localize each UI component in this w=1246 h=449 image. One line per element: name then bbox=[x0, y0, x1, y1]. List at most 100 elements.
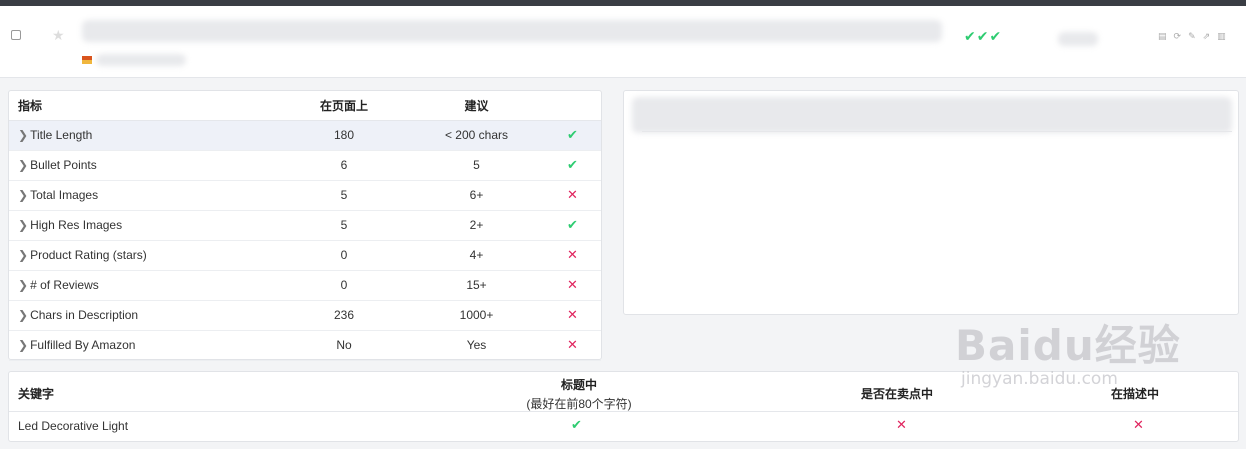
metric-recommended: 15+ bbox=[409, 270, 544, 301]
header-status bbox=[544, 91, 601, 121]
metric-status: ✕ bbox=[544, 270, 601, 301]
chevron-right-icon[interactable]: ❯ bbox=[18, 158, 28, 172]
baidu-watermark: Baidu经验 jingyan.baidu.com bbox=[955, 312, 1181, 389]
cross-icon: ✕ bbox=[567, 277, 578, 292]
header-in-bullets: 是否在卖点中 bbox=[861, 387, 934, 401]
external-link-icon[interactable]: ⇗ bbox=[1203, 31, 1211, 41]
watermark-url: jingyan.baidu.com bbox=[961, 369, 1118, 389]
table-row[interactable]: ❯ Product Rating (stars) 0 4+ ✕ bbox=[9, 240, 601, 271]
refresh-icon[interactable]: ⟳ bbox=[1174, 31, 1182, 41]
metric-label: # of Reviews bbox=[30, 278, 99, 292]
redacted-description bbox=[632, 97, 1232, 133]
metric-on-page: 180 bbox=[279, 120, 409, 151]
metric-label-cell: ❯ Chars in Description bbox=[9, 300, 279, 331]
chevron-right-icon[interactable]: ❯ bbox=[18, 218, 28, 232]
metric-status: ✕ bbox=[544, 240, 601, 271]
redacted-subtitle bbox=[96, 54, 186, 66]
description-panel bbox=[623, 90, 1239, 315]
status-checks: ✔✔✔ bbox=[964, 28, 1003, 44]
header-metric: 指标 bbox=[9, 91, 279, 121]
table-row[interactable]: ❯ Chars in Description 236 1000+ ✕ bbox=[9, 300, 601, 331]
cross-icon: ✕ bbox=[896, 417, 907, 432]
header-recommended: 建议 bbox=[409, 91, 544, 121]
metric-status: ✕ bbox=[544, 300, 601, 331]
metric-label: Fulfilled By Amazon bbox=[30, 338, 136, 352]
select-checkbox[interactable] bbox=[11, 30, 21, 40]
metric-label: Title Length bbox=[30, 128, 93, 142]
header-in-title-note: (最好在前80个字符) bbox=[526, 397, 632, 411]
metric-label-cell: ❯ High Res Images bbox=[9, 210, 279, 241]
metric-status: ✔ bbox=[544, 120, 601, 151]
favorite-star-icon[interactable]: ★ bbox=[52, 28, 65, 42]
metric-on-page: No bbox=[279, 330, 409, 361]
redacted-title bbox=[82, 20, 942, 42]
header-in-title-label: 标题中 bbox=[560, 378, 597, 392]
table-row[interactable]: ❯ High Res Images 5 2+ ✔ bbox=[9, 210, 601, 241]
check-icon: ✔ bbox=[567, 217, 578, 232]
edit-icon[interactable]: ✎ bbox=[1188, 31, 1196, 41]
metrics-panel: 指标 在页面上 建议 ❯ Title Length 180 < 200 chars ✔ ❯… bbox=[8, 90, 602, 361]
metric-label-cell: ❯ Fulfilled By Amazon bbox=[9, 330, 279, 361]
metric-recommended: < 200 chars bbox=[409, 120, 544, 151]
metric-status: ✔ bbox=[544, 210, 601, 241]
document-icon[interactable]: ▤ bbox=[1158, 31, 1167, 41]
metric-status: ✕ bbox=[544, 330, 601, 361]
chevron-right-icon[interactable]: ❯ bbox=[18, 308, 28, 322]
metric-recommended: 1000+ bbox=[409, 300, 544, 331]
table-row[interactable]: ❯ Title Length 180 < 200 chars ✔ bbox=[9, 120, 601, 151]
metric-recommended: 5 bbox=[409, 150, 544, 181]
header-keyword: 关键字 bbox=[18, 387, 55, 401]
cross-icon: ✕ bbox=[1133, 417, 1144, 432]
metric-recommended: Yes bbox=[409, 330, 544, 361]
chevron-right-icon[interactable]: ❯ bbox=[18, 338, 28, 352]
metric-label-cell: ❯ Bullet Points bbox=[9, 150, 279, 181]
cross-icon: ✕ bbox=[567, 307, 578, 322]
keyword-in-description-status: ✕ bbox=[1133, 417, 1144, 433]
cross-icon: ✕ bbox=[567, 247, 578, 262]
metric-label: Bullet Points bbox=[30, 158, 97, 172]
table-row[interactable]: ❯ Fulfilled By Amazon No Yes ✕ bbox=[9, 330, 601, 361]
watermark-brand: Baidu经验 bbox=[955, 321, 1181, 370]
metric-on-page: 236 bbox=[279, 300, 409, 331]
metric-on-page: 5 bbox=[279, 180, 409, 211]
cross-icon: ✕ bbox=[567, 337, 578, 352]
divider bbox=[642, 131, 1232, 132]
metric-label: High Res Images bbox=[30, 218, 123, 232]
header-in-title: 标题中 (最好在前80个字符) bbox=[499, 376, 659, 412]
trash-icon[interactable]: ▥ bbox=[1217, 31, 1226, 41]
product-row: ★ ✔✔✔ ▤ ⟳ ✎ ⇗ ▥ bbox=[0, 6, 1246, 78]
metric-on-page: 5 bbox=[279, 210, 409, 241]
chevron-right-icon[interactable]: ❯ bbox=[18, 248, 28, 262]
metric-on-page: 0 bbox=[279, 240, 409, 271]
metric-status: ✕ bbox=[544, 180, 601, 211]
metrics-table: 指标 在页面上 建议 ❯ Title Length 180 < 200 chars ✔ ❯… bbox=[9, 91, 601, 361]
header-on-page: 在页面上 bbox=[279, 91, 409, 121]
chevron-right-icon[interactable]: ❯ bbox=[18, 188, 28, 202]
redacted-value bbox=[1058, 32, 1098, 46]
chevron-right-icon[interactable]: ❯ bbox=[18, 278, 28, 292]
metric-recommended: 6+ bbox=[409, 180, 544, 211]
metric-label-cell: ❯ Product Rating (stars) bbox=[9, 240, 279, 271]
check-icon: ✔ bbox=[567, 127, 578, 142]
table-row[interactable]: ❯ Bullet Points 6 5 ✔ bbox=[9, 150, 601, 181]
keyword-in-title-status: ✔ bbox=[571, 417, 582, 433]
table-row[interactable]: ❯ # of Reviews 0 15+ ✕ bbox=[9, 270, 601, 301]
metric-label-cell: ❯ # of Reviews bbox=[9, 270, 279, 301]
metric-recommended: 4+ bbox=[409, 240, 544, 271]
metric-label: Total Images bbox=[30, 188, 99, 202]
cross-icon: ✕ bbox=[567, 187, 578, 202]
metric-label: Chars in Description bbox=[30, 308, 139, 322]
keyword-text: Led Decorative Light bbox=[18, 419, 129, 433]
row-actions: ▤ ⟳ ✎ ⇗ ▥ bbox=[1158, 31, 1226, 41]
check-icon: ✔ bbox=[571, 417, 582, 432]
metric-on-page: 6 bbox=[279, 150, 409, 181]
keyword-in-bullets-status: ✕ bbox=[896, 417, 907, 433]
metric-label-cell: ❯ Title Length bbox=[9, 120, 279, 151]
chevron-right-icon[interactable]: ❯ bbox=[18, 128, 28, 142]
table-row[interactable]: ❯ Total Images 5 6+ ✕ bbox=[9, 180, 601, 211]
marketplace-flag-icon bbox=[82, 56, 92, 64]
metric-label-cell: ❯ Total Images bbox=[9, 180, 279, 211]
metric-on-page: 0 bbox=[279, 270, 409, 301]
check-icon: ✔ bbox=[567, 157, 578, 172]
metric-status: ✔ bbox=[544, 150, 601, 181]
